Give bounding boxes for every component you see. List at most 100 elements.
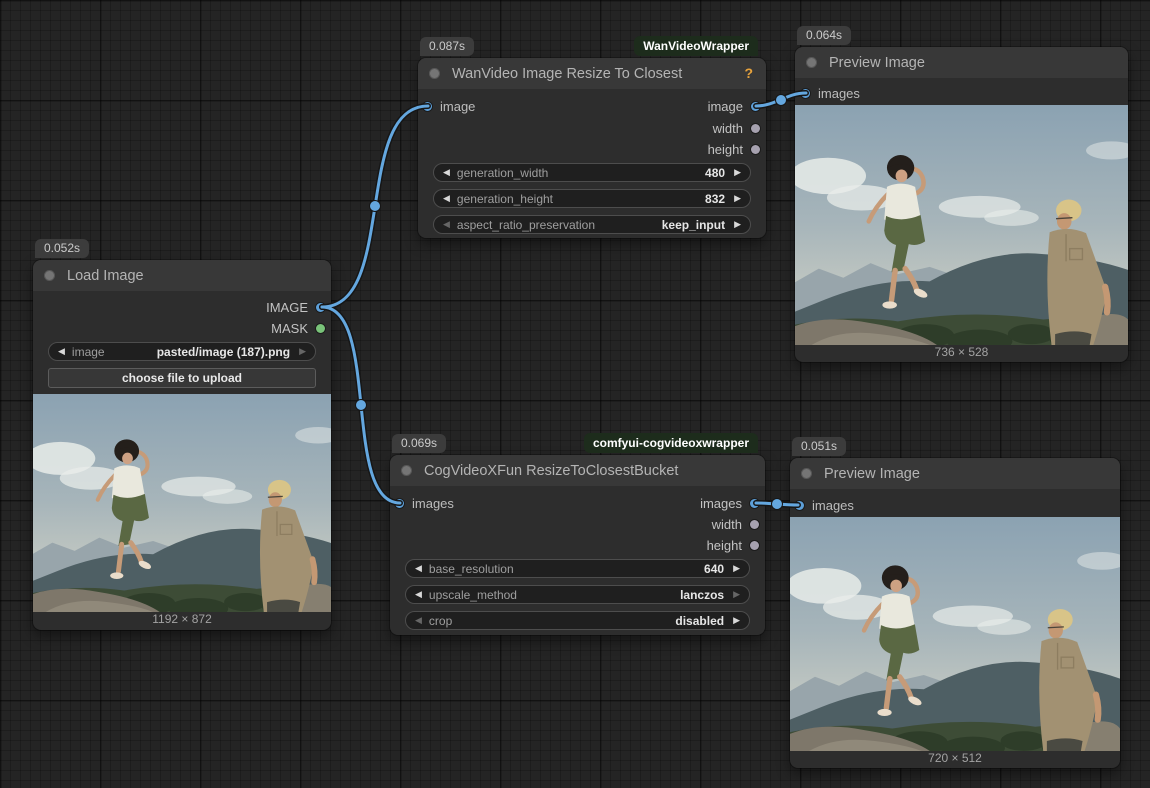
input-slot-images[interactable]: images — [801, 83, 860, 103]
collapse-dot-icon[interactable] — [801, 468, 812, 479]
widget-name: aspect_ratio_preservation — [456, 217, 596, 232]
input-slot-images[interactable]: images — [795, 495, 854, 515]
node-wanvideo-resize[interactable]: 0.087s WanVideoWrapper WanVideo Image Re… — [418, 36, 766, 238]
execution-time-badge: 0.069s — [392, 434, 447, 453]
output-dot-height[interactable] — [750, 540, 759, 550]
output-label: height — [707, 141, 743, 157]
node-preview-image-top[interactable]: 0.064s Preview Image images 736 × 528 — [795, 26, 1128, 362]
widget-generation-height[interactable]: ◀ generation_height 832 ▶ — [433, 189, 751, 208]
increment-arrow-icon[interactable]: ▶ — [734, 168, 741, 177]
node-title: WanVideo Image Resize To Closest — [452, 65, 683, 82]
image-dimensions-caption: 736 × 528 — [934, 345, 989, 359]
decrement-arrow-icon[interactable]: ◀ — [443, 194, 450, 203]
node-cogvideox-resize[interactable]: 0.069s comfyui-cogvideoxwrapper CogVideo… — [390, 433, 765, 635]
node-title-bar[interactable]: Preview Image — [790, 458, 1120, 489]
image-preview — [33, 394, 331, 612]
output-label: height — [706, 537, 742, 553]
increment-arrow-icon[interactable]: ▶ — [733, 564, 740, 573]
collapse-dot-icon[interactable] — [806, 57, 817, 68]
link-loadimage-to-wanresize — [320, 104, 430, 309]
output-label: image — [707, 98, 743, 114]
node-title-bar[interactable]: WanVideo Image Resize To Closest ? — [418, 58, 766, 89]
output-label: images — [700, 495, 742, 511]
decrement-arrow-icon[interactable]: ◀ — [443, 220, 450, 229]
widget-value: 640 — [704, 561, 725, 576]
link-midpoint-dot — [775, 94, 787, 106]
node-graph-canvas[interactable]: 0.052s Load Image IMAGE MASK ◀ image pas… — [0, 0, 1150, 788]
image-dimensions-caption: 720 × 512 — [928, 751, 982, 765]
increment-arrow-icon[interactable]: ▶ — [734, 194, 741, 203]
widget-name: generation_height — [456, 191, 554, 206]
decrement-arrow-icon[interactable]: ◀ — [415, 590, 422, 599]
input-dot-images[interactable] — [395, 498, 404, 508]
output-label: MASK — [271, 320, 308, 336]
decrement-arrow-icon[interactable]: ◀ — [415, 616, 422, 625]
node-preview-image-bottom[interactable]: 0.051s Preview Image images 720 × 512 — [790, 437, 1120, 768]
decrement-arrow-icon[interactable]: ◀ — [58, 347, 65, 356]
output-slot-width[interactable]: width — [712, 514, 759, 534]
node-title: Preview Image — [829, 54, 925, 71]
output-dot-images[interactable] — [750, 498, 759, 508]
output-slot-mask[interactable]: MASK — [271, 318, 325, 338]
output-slot-height[interactable]: height — [708, 139, 760, 159]
widget-value: 480 — [705, 165, 726, 180]
widget-crop[interactable]: ◀ crop disabled ▶ — [405, 611, 750, 630]
output-dot-width[interactable] — [750, 519, 759, 529]
output-dot-mask[interactable] — [316, 323, 325, 333]
choose-file-button[interactable]: choose file to upload — [48, 368, 316, 388]
collapse-dot-icon[interactable] — [429, 68, 440, 79]
input-label: images — [812, 497, 854, 513]
widget-aspect-ratio-preservation[interactable]: ◀ aspect_ratio_preservation keep_input ▶ — [433, 215, 751, 234]
output-dot-height[interactable] — [751, 144, 760, 154]
node-load-image[interactable]: 0.052s Load Image IMAGE MASK ◀ image pas… — [33, 239, 331, 630]
widget-name: image — [71, 344, 105, 359]
output-slot-height[interactable]: height — [707, 535, 759, 555]
input-slot-image[interactable]: image — [423, 96, 475, 116]
widget-base-resolution[interactable]: ◀ base_resolution 640 ▶ — [405, 559, 750, 578]
widget-upscale-method[interactable]: ◀ upscale_method lanczos ▶ — [405, 585, 750, 604]
image-preview — [795, 105, 1128, 345]
module-badge: comfyui-cogvideoxwrapper — [583, 433, 758, 453]
input-dot-images[interactable] — [795, 500, 804, 510]
output-slot-image[interactable]: IMAGE — [266, 297, 325, 317]
widget-value: 832 — [705, 191, 726, 206]
output-dot-width[interactable] — [751, 123, 760, 133]
module-badge: WanVideoWrapper — [634, 36, 758, 56]
decrement-arrow-icon[interactable]: ◀ — [415, 564, 422, 573]
input-dot-image[interactable] — [423, 101, 432, 111]
output-slot-image[interactable]: image — [708, 96, 760, 116]
input-slot-images[interactable]: images — [395, 493, 454, 513]
increment-arrow-icon[interactable]: ▶ — [733, 616, 740, 625]
widget-generation-width[interactable]: ◀ generation_width 480 ▶ — [433, 163, 751, 182]
widget-image-file[interactable]: ◀ image pasted/image (187).png ▶ — [48, 342, 316, 361]
decrement-arrow-icon[interactable]: ◀ — [443, 168, 450, 177]
node-title-bar[interactable]: CogVideoXFun ResizeToClosestBucket — [390, 455, 765, 486]
widget-name: crop — [428, 613, 453, 628]
output-dot-image[interactable] — [751, 101, 760, 111]
output-label: IMAGE — [266, 299, 308, 315]
widget-value: disabled — [675, 613, 725, 628]
link-midpoint-dot — [771, 498, 783, 510]
node-title: CogVideoXFun ResizeToClosestBucket — [424, 462, 679, 479]
execution-time-badge: 0.052s — [35, 239, 90, 258]
collapse-dot-icon[interactable] — [401, 465, 412, 476]
output-label: width — [711, 516, 742, 532]
link-midpoint-dot — [369, 200, 381, 212]
output-slot-images[interactable]: images — [700, 493, 759, 513]
execution-time-badge: 0.064s — [797, 26, 852, 45]
node-title-bar[interactable]: Preview Image — [795, 47, 1128, 78]
increment-arrow-icon[interactable]: ▶ — [299, 347, 306, 356]
input-label: image — [440, 98, 476, 114]
increment-arrow-icon[interactable]: ▶ — [733, 590, 740, 599]
widget-name: base_resolution — [428, 561, 514, 576]
collapse-dot-icon[interactable] — [44, 270, 55, 281]
node-title-bar[interactable]: Load Image — [33, 260, 331, 291]
output-dot-image[interactable] — [316, 302, 325, 312]
node-title: Load Image — [67, 267, 144, 284]
output-label: width — [712, 120, 743, 136]
help-icon[interactable]: ? — [744, 65, 753, 81]
input-label: images — [412, 495, 454, 511]
input-dot-images[interactable] — [801, 88, 810, 98]
output-slot-width[interactable]: width — [713, 118, 760, 138]
increment-arrow-icon[interactable]: ▶ — [734, 220, 741, 229]
